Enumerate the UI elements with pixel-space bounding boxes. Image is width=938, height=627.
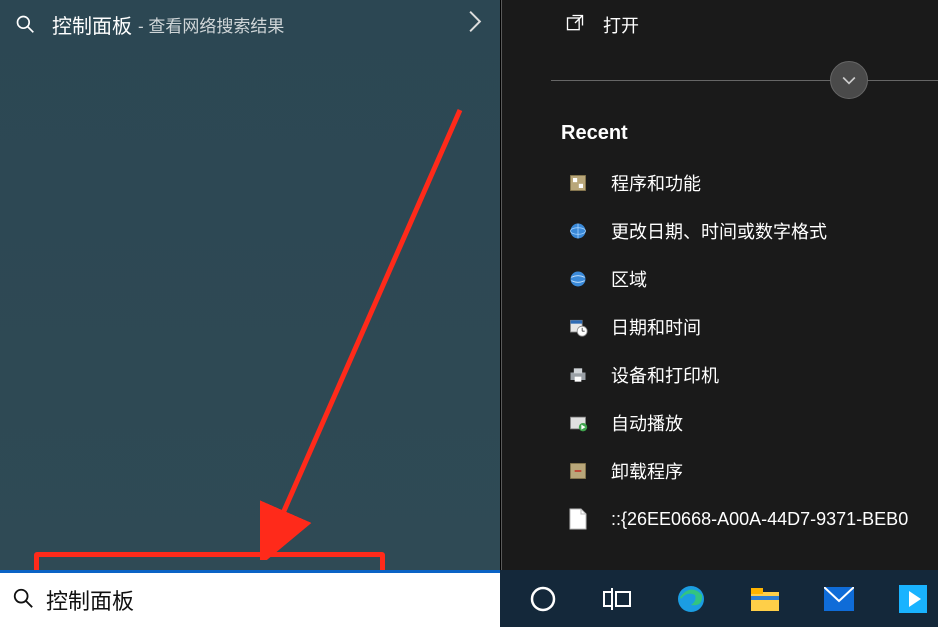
date-time-icon [567,316,589,338]
open-label: 打开 [603,12,639,38]
collapse-button[interactable] [830,61,868,99]
uninstall-icon [567,460,589,482]
separator-line [551,80,938,81]
recent-item-devices-printers[interactable]: 设备和打印机 [501,351,938,399]
search-results-panel: 控制面板 - 查看网络搜索结果 [0,0,500,570]
separator [501,50,938,90]
autoplay-icon [567,412,589,434]
recent-item-change-date-format[interactable]: 更改日期、时间或数字格式 [501,207,938,255]
taskbar [0,570,938,627]
recent-item-label: 更改日期、时间或数字格式 [611,218,827,244]
chevron-right-icon [468,11,482,38]
recent-item-label: 区域 [611,266,647,292]
recent-item-label: 程序和功能 [611,170,701,196]
file-icon [567,508,589,530]
open-icon [565,13,585,38]
devices-printers-icon [567,364,589,386]
chevron-down-icon [839,70,859,90]
recent-item-label: 自动播放 [611,410,683,436]
file-explorer-icon[interactable] [750,584,780,614]
context-panel: 打开 Recent 程序和功能 更改日期、时间或数字格式 [500,0,938,570]
recent-item-label: 日期和时间 [611,314,701,340]
recent-item-region[interactable]: 区域 [501,255,938,303]
search-icon [12,587,34,614]
region-icon [567,268,589,290]
taskbar-search-input[interactable] [46,587,500,613]
recent-item-label: ::{26EE0668-A00A-44D7-9371-BEB0 [611,509,908,530]
task-view-icon[interactable] [602,584,632,614]
mail-icon[interactable] [824,584,854,614]
recent-item-label: 设备和打印机 [611,362,719,388]
taskbar-search-box[interactable] [0,570,500,627]
recent-item-programs[interactable]: 程序和功能 [501,159,938,207]
recent-item-guid[interactable]: ::{26EE0668-A00A-44D7-9371-BEB0 [501,495,938,543]
app-icon[interactable] [898,584,928,614]
recent-item-uninstall[interactable]: 卸载程序 [501,447,938,495]
recent-list: 程序和功能 更改日期、时间或数字格式 区域 日期和时间 [501,159,938,543]
taskbar-icons-area [500,570,938,627]
search-result-web[interactable]: 控制面板 - 查看网络搜索结果 [0,0,500,48]
open-action[interactable]: 打开 [501,0,938,50]
recent-item-autoplay[interactable]: 自动播放 [501,399,938,447]
recent-item-label: 卸载程序 [611,458,683,484]
recent-heading: Recent [561,122,938,145]
cortana-icon[interactable] [528,584,558,614]
region-settings-icon [567,220,589,242]
programs-features-icon [567,172,589,194]
search-icon [14,13,36,35]
search-result-subtitle: - 查看网络搜索结果 [138,12,284,37]
recent-item-date-time[interactable]: 日期和时间 [501,303,938,351]
edge-icon[interactable] [676,584,706,614]
search-result-title: 控制面板 [52,10,132,39]
